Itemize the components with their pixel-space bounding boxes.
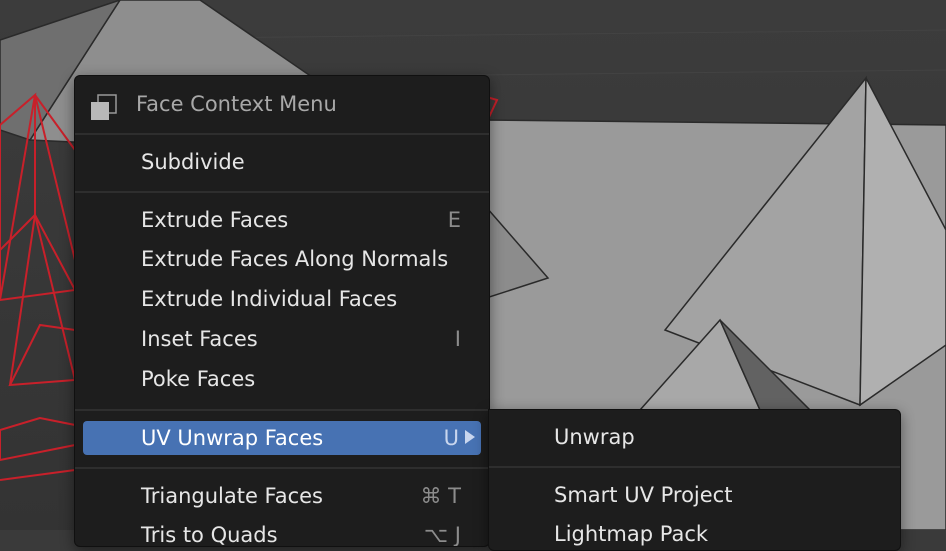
menu-item-extrude-faces[interactable]: Extrude Faces E xyxy=(83,203,481,237)
menu-item-extrude-individual[interactable]: Extrude Individual Faces xyxy=(83,282,481,316)
menu-header: Face Context Menu xyxy=(75,76,489,133)
shortcut-hint: I xyxy=(454,327,461,351)
menu-item-poke-faces[interactable]: Poke Faces xyxy=(83,362,481,396)
menu-item-subdivide[interactable]: Subdivide xyxy=(83,145,481,179)
menu-item-label: Poke Faces xyxy=(141,367,256,391)
shortcut-hint: ⌘ T xyxy=(420,484,461,508)
menu-item-extrude-along-normals[interactable]: Extrude Faces Along Normals xyxy=(83,242,481,276)
separator xyxy=(75,133,489,135)
menu-item-inset-faces[interactable]: Inset Faces I xyxy=(83,322,481,356)
submenu-item-smart-uv-project[interactable]: Smart UV Project xyxy=(497,478,892,512)
separator xyxy=(75,191,489,193)
menu-item-label: Extrude Faces xyxy=(141,208,289,232)
menu-item-label: Extrude Individual Faces xyxy=(141,287,398,311)
menu-item-tris-to-quads[interactable]: Tris to Quads ⌥ J xyxy=(83,518,481,547)
separator xyxy=(75,409,489,411)
shortcut-hint: E xyxy=(447,208,461,232)
separator xyxy=(75,467,489,469)
submenu-item-lightmap-pack[interactable]: Lightmap Pack xyxy=(497,517,892,550)
face-context-menu: Face Context Menu Subdivide Extrude Face… xyxy=(74,75,490,547)
menu-item-label: UV Unwrap Faces xyxy=(141,426,324,450)
menu-item-label: Unwrap xyxy=(554,425,635,449)
menu-item-label: Smart UV Project xyxy=(554,483,733,507)
menu-item-label: Triangulate Faces xyxy=(141,484,323,508)
menu-item-uv-unwrap[interactable]: UV Unwrap Faces U xyxy=(83,421,481,455)
submenu-item-unwrap[interactable]: Unwrap xyxy=(497,420,892,454)
shortcut-hint: ⌥ J xyxy=(423,523,461,547)
shortcut-hint: U xyxy=(443,426,459,450)
menu-item-label: Subdivide xyxy=(141,150,245,174)
menu-item-label: Lightmap Pack xyxy=(554,522,709,546)
menu-item-label: Extrude Faces Along Normals xyxy=(141,247,449,271)
menu-item-triangulate[interactable]: Triangulate Faces ⌘ T xyxy=(83,479,481,513)
face-mode-icon xyxy=(91,94,117,120)
submenu-arrow-icon xyxy=(465,430,475,444)
separator xyxy=(489,466,900,468)
menu-title: Face Context Menu xyxy=(136,92,337,116)
menu-item-label: Inset Faces xyxy=(141,327,258,351)
menu-item-label: Tris to Quads xyxy=(141,523,278,547)
